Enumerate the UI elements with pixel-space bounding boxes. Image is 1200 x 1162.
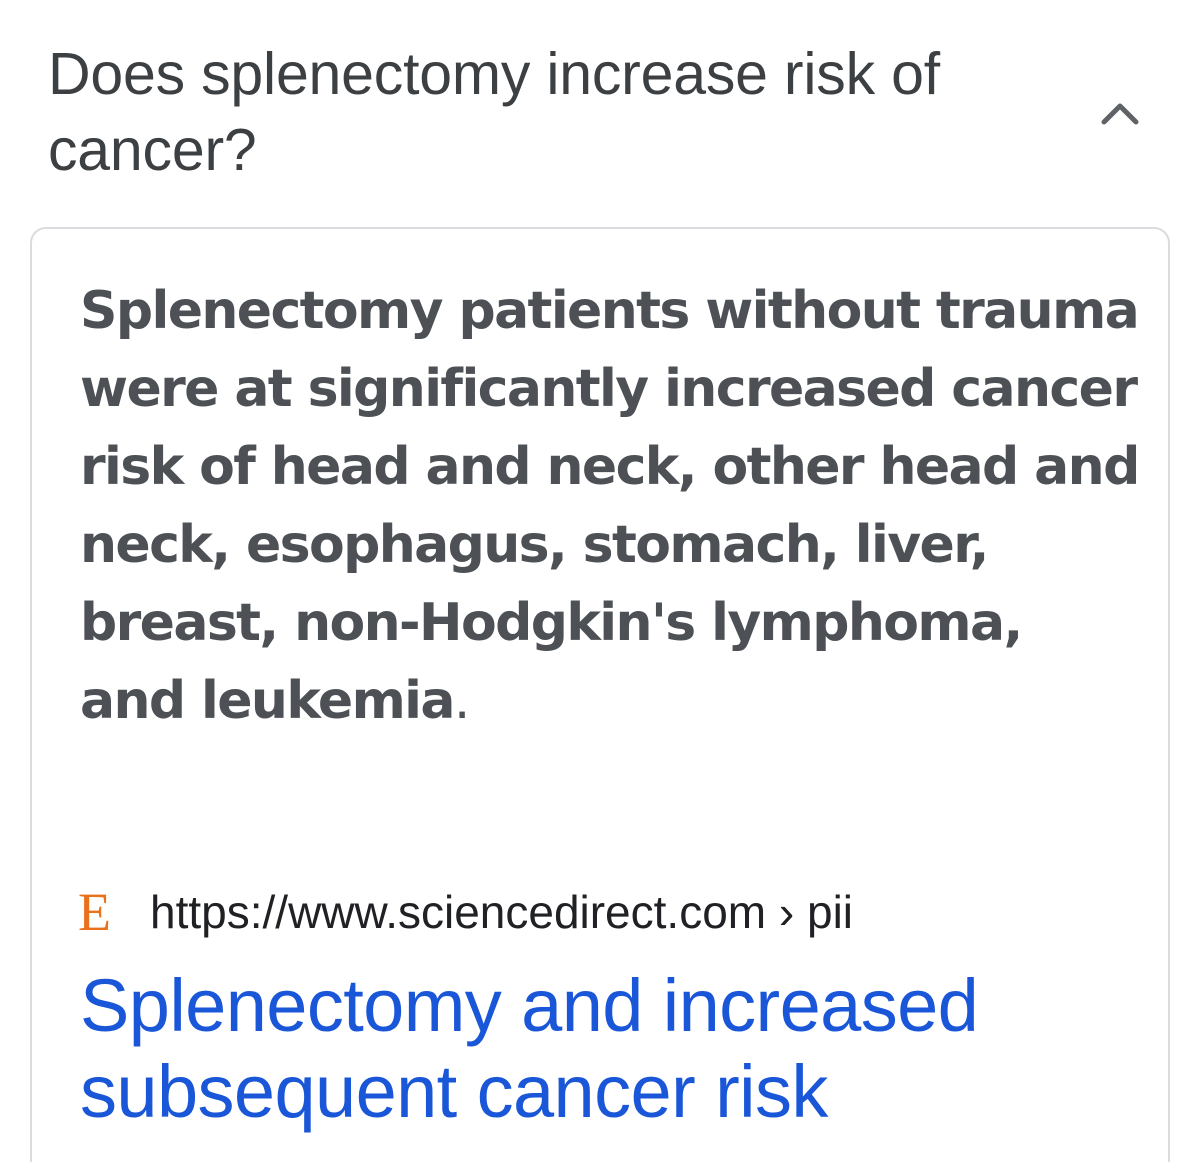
source-row[interactable]: E https://www.sciencedirect.com › pii: [78, 882, 1138, 942]
source-url[interactable]: https://www.sciencedirect.com › pii: [150, 882, 853, 942]
elsevier-favicon-icon: E: [78, 882, 111, 942]
faq-question-row[interactable]: Does splenectomy increase risk of cancer…: [0, 0, 1200, 210]
answer-trailing: .: [453, 671, 471, 731]
featured-answer: Splenectomy patients without trauma were…: [80, 272, 1140, 740]
faq-question[interactable]: Does splenectomy increase risk of cancer…: [48, 36, 1058, 188]
result-title-link[interactable]: Splenectomy and increased subsequent can…: [80, 963, 1140, 1135]
answer-text: Splenectomy patients without trauma were…: [80, 281, 1140, 731]
chevron-up-icon[interactable]: [1098, 98, 1142, 128]
